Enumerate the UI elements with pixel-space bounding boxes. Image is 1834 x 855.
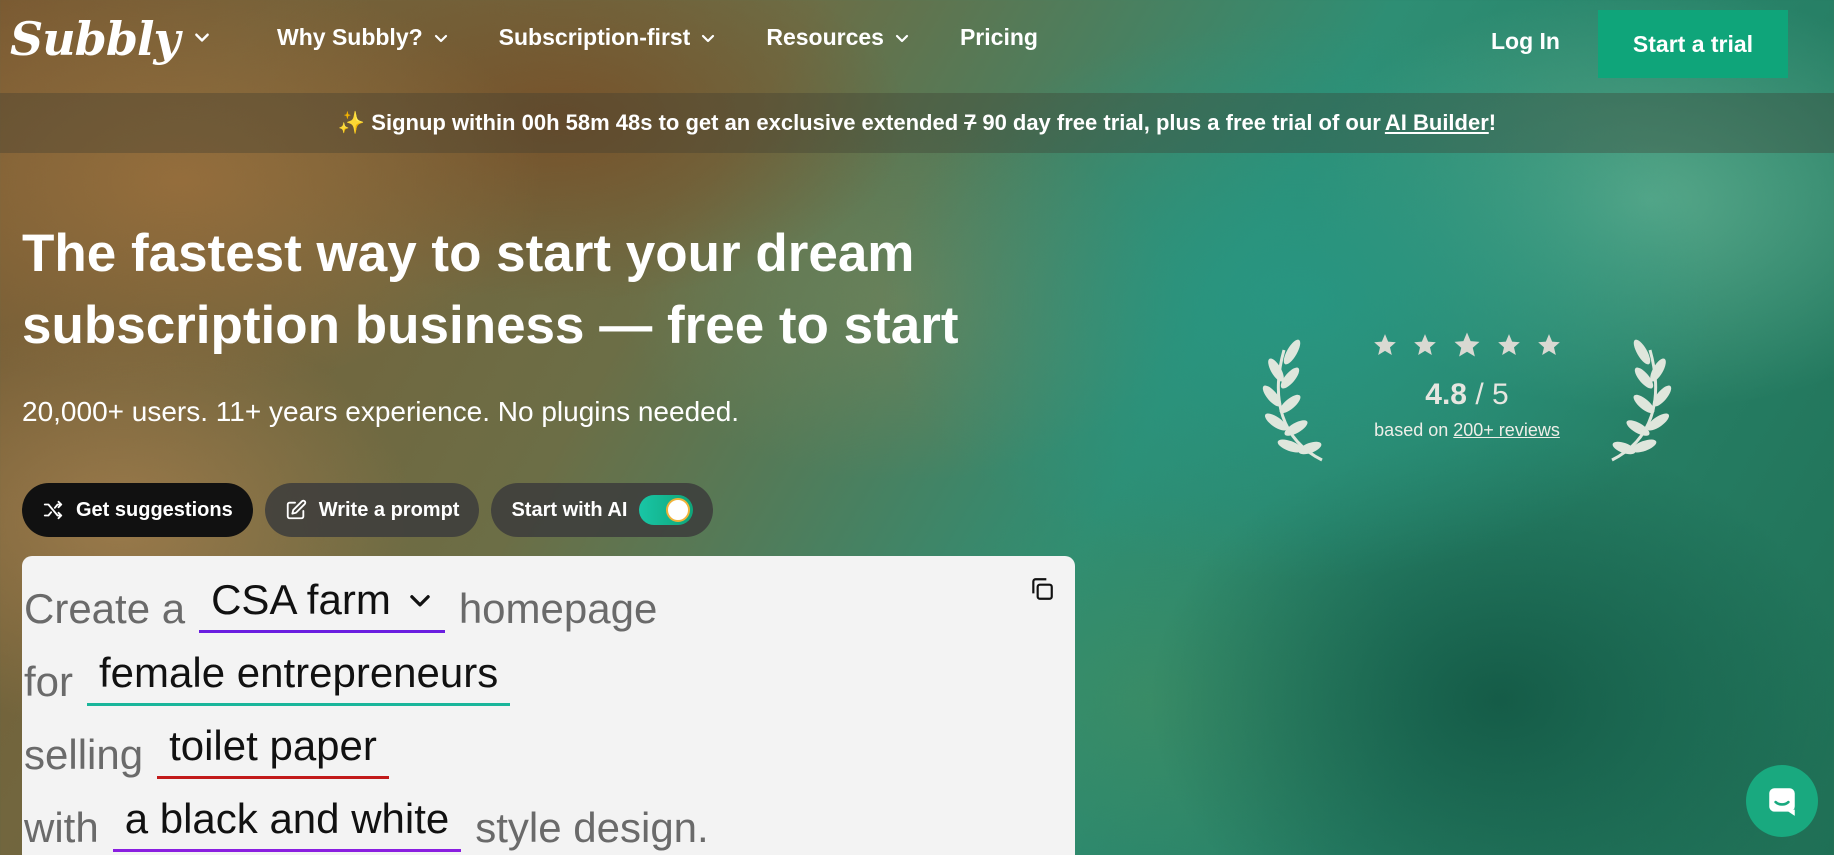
prompt-text: selling: [24, 731, 144, 778]
based-on-text: based on: [1374, 420, 1449, 440]
prompt-line-3: selling toilet paper: [24, 722, 389, 779]
get-suggestions-button[interactable]: Get suggestions: [22, 483, 253, 537]
promo-banner: ✨ Signup within 00h 58m 48s to get an ex…: [0, 93, 1834, 153]
chevron-down-icon: [895, 34, 909, 42]
business-type-select[interactable]: CSA farm: [199, 576, 445, 633]
product-input[interactable]: toilet paper: [157, 722, 389, 779]
audience-input[interactable]: female entrepreneurs: [87, 649, 511, 706]
nav-why-subbly[interactable]: Why Subbly?: [277, 24, 449, 51]
reviews-link[interactable]: 200+ reviews: [1453, 420, 1560, 440]
prompt-line-1: Create a CSA farm homepage: [24, 576, 657, 633]
nav-why-subbly-label: Why Subbly?: [277, 24, 423, 50]
chevron-down-icon: [702, 34, 715, 42]
start-with-ai-label: Start with AI: [511, 498, 628, 521]
page-title: The fastest way to start your dream subs…: [22, 218, 982, 362]
start-trial-button[interactable]: Start a trial: [1598, 10, 1788, 78]
start-with-ai-toggle[interactable]: Start with AI: [491, 483, 714, 537]
shuffle-icon: [43, 500, 63, 520]
prompt-text: style design.: [475, 804, 709, 851]
title-line-1: The fastest way to start your dream: [22, 224, 915, 283]
login-link[interactable]: Log In: [1491, 28, 1560, 55]
prompt-text: homepage: [458, 585, 658, 632]
ai-toggle-switch[interactable]: [639, 495, 694, 525]
banner-new-days: 90: [982, 110, 1007, 135]
ai-builder-link[interactable]: AI Builder: [1385, 110, 1489, 135]
hero-subtitle: 20,000+ users. 11+ years experience. No …: [22, 396, 740, 427]
star-rating: [1372, 332, 1562, 360]
logo-text: Subbly: [10, 12, 180, 66]
business-type-value: CSA farm: [211, 576, 391, 623]
chevron-down-icon: [434, 34, 447, 42]
prompt-line-2: for female entrepreneurs: [24, 649, 511, 706]
write-prompt-label: Write a prompt: [318, 498, 460, 521]
prompt-text: for: [24, 658, 74, 705]
nav-pricing[interactable]: Pricing: [960, 24, 1038, 51]
chat-launcher-button[interactable]: [1746, 765, 1818, 837]
prompt-line-4: with a black and white style design.: [24, 795, 709, 852]
write-prompt-button[interactable]: Write a prompt: [264, 483, 480, 537]
banner-text-1: Signup within 00h 58m 48s to get an excl…: [371, 110, 959, 135]
rating-out-of: / 5: [1467, 378, 1509, 411]
toggle-knob: [666, 498, 691, 522]
rating-value: 4.8: [1425, 378, 1467, 411]
banner-end: !: [1488, 110, 1497, 135]
rating-badge: 4.8 / 5 based on 200+ reviews: [1262, 330, 1672, 470]
sparkle-icon: ✨: [337, 110, 366, 135]
star-icon: [1538, 334, 1560, 355]
copy-icon[interactable]: [1029, 576, 1055, 602]
nav-subscription-first-label: Subscription-first: [498, 24, 691, 50]
chevron-down-icon: [410, 595, 430, 607]
chevron-down-icon[interactable]: [193, 28, 211, 51]
star-icon: [1498, 334, 1520, 355]
style-input[interactable]: a black and white: [112, 795, 462, 852]
nav-resources[interactable]: Resources: [766, 24, 910, 51]
nav-subscription-first[interactable]: Subscription-first: [499, 24, 717, 51]
nav-resources-label: Resources: [766, 24, 884, 50]
prompt-text: Create a: [24, 585, 186, 632]
star-icon: [1454, 332, 1480, 357]
logo[interactable]: Subbly: [10, 12, 211, 66]
mode-pills: Get suggestions Write a prompt Start wit…: [22, 483, 714, 537]
title-line-2: subscription business — free to start: [22, 296, 959, 355]
top-nav: Subbly Why Subbly? Subscription-first Re…: [0, 0, 1834, 93]
banner-old-days: 7: [964, 110, 977, 135]
prompt-text: with: [24, 804, 99, 851]
rating-based-on: based on 200+ reviews: [1262, 420, 1672, 441]
get-suggestions-label: Get suggestions: [76, 498, 233, 521]
banner-text-2: day free trial, plus a free trial of our: [1012, 110, 1381, 135]
rating-score: 4.8 / 5: [1262, 378, 1672, 412]
star-icon: [1414, 334, 1436, 355]
star-icon: [1374, 334, 1396, 355]
nav-pricing-label: Pricing: [959, 24, 1038, 50]
edit-icon: [286, 499, 306, 520]
chat-icon: [1769, 788, 1795, 816]
nav-links: Why Subbly? Subscription-first Resources…: [277, 24, 1038, 51]
